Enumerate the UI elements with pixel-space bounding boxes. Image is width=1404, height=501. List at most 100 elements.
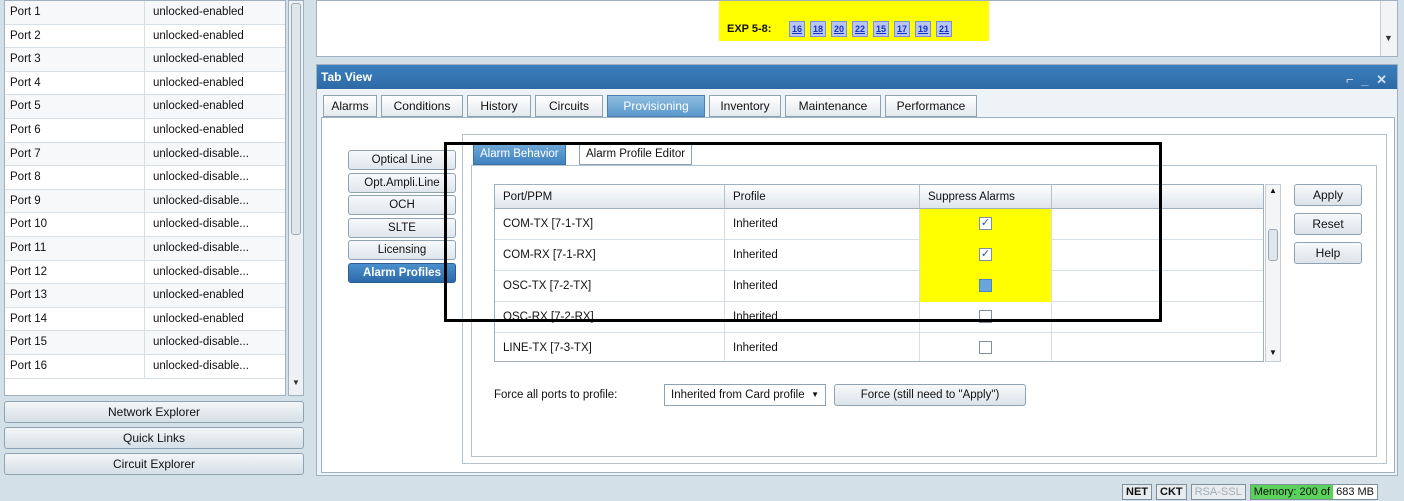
- port-row[interactable]: Port 1 unlocked-enabled: [5, 1, 285, 25]
- side-button-opt-ampli-line[interactable]: Opt.Ampli.Line: [348, 172, 456, 193]
- alarm-table-scrollbar[interactable]: ▲ ▼: [1265, 184, 1281, 362]
- port-state: unlocked-disable...: [153, 360, 249, 372]
- port-state: unlocked-enabled: [153, 29, 244, 42]
- port-row[interactable]: Port 9 unlocked-disable...: [5, 189, 285, 214]
- port-name: Port 13: [5, 284, 145, 307]
- scroll-up-arrow-icon[interactable]: ▲: [1269, 186, 1277, 195]
- port-row[interactable]: Port 12 unlocked-disable...: [5, 260, 285, 285]
- table-row[interactable]: LINE-TX [7-3-TX] Inherited: [495, 333, 1263, 361]
- tab-circuits[interactable]: Circuits: [535, 95, 603, 117]
- suppress-checkbox[interactable]: [979, 279, 992, 293]
- exp-port-link[interactable]: 18: [810, 21, 826, 37]
- apply-button[interactable]: Apply: [1294, 184, 1362, 206]
- alarm-behavior-content: Port/PPM Profile Suppress Alarms COM-TX …: [471, 165, 1377, 457]
- suppress-checkbox[interactable]: [979, 310, 992, 324]
- suppress-checkbox[interactable]: ✓: [979, 248, 992, 262]
- port-row[interactable]: Port 10 unlocked-disable...: [5, 213, 285, 237]
- column-header-port[interactable]: Port/PPM: [495, 185, 725, 209]
- sub-tab-alarm-behavior[interactable]: Alarm Behavior: [473, 143, 566, 165]
- port-name: Port 1: [5, 1, 145, 24]
- port-state: unlocked-enabled: [153, 124, 244, 136]
- quick-links-button[interactable]: Quick Links: [4, 427, 304, 449]
- network-explorer-button[interactable]: Network Explorer: [4, 401, 304, 423]
- exp-port-link[interactable]: 21: [936, 21, 952, 37]
- tab-alarms[interactable]: Alarms: [323, 95, 377, 117]
- tab-provisioning[interactable]: Provisioning: [607, 95, 705, 117]
- table-row[interactable]: COM-TX [7-1-TX] Inherited ✓: [495, 209, 1263, 240]
- tab-view-title: Tab View: [321, 70, 372, 84]
- side-button-slte[interactable]: SLTE: [348, 217, 456, 238]
- port-row[interactable]: Port 11 unlocked-disable...: [5, 237, 285, 261]
- tab-history[interactable]: History: [467, 95, 531, 117]
- scrollbar-thumb[interactable]: [1268, 229, 1278, 261]
- empty-cell: [1052, 240, 1263, 271]
- memory-used-bar: Memory: 200 of: [1250, 485, 1334, 499]
- port-row[interactable]: Port 14 unlocked-enabled: [5, 307, 285, 332]
- suppress-checkbox[interactable]: [979, 341, 992, 355]
- alarm-profiles-panel: Port/PPM Profile Suppress Alarms COM-TX …: [462, 134, 1387, 464]
- exp-port-link[interactable]: 16: [789, 21, 805, 37]
- port-row[interactable]: Port 16 unlocked-disable...: [5, 355, 285, 379]
- exp-port-link[interactable]: 22: [852, 21, 868, 37]
- memory-total: 683 MB: [1333, 485, 1378, 499]
- tab-maintenance[interactable]: Maintenance: [785, 95, 881, 117]
- reset-button[interactable]: Reset: [1294, 213, 1362, 235]
- tab-conditions[interactable]: Conditions: [381, 95, 463, 117]
- port-row[interactable]: Port 2 unlocked-enabled: [5, 24, 285, 49]
- table-row[interactable]: COM-RX [7-1-RX] Inherited ✓: [495, 240, 1263, 271]
- side-button-optical-line[interactable]: Optical Line: [348, 150, 456, 170]
- rsa-ssl-indicator: RSA-SSL: [1190, 484, 1246, 500]
- help-button[interactable]: Help: [1294, 242, 1362, 264]
- suppress-checkbox[interactable]: ✓: [979, 217, 992, 231]
- port-state: unlocked-enabled: [153, 289, 244, 302]
- side-button-licensing[interactable]: Licensing: [348, 240, 456, 260]
- force-button[interactable]: Force (still need to "Apply"): [834, 384, 1026, 406]
- port-cell: COM-RX [7-1-RX]: [495, 240, 725, 271]
- shelf-view-scrollbar[interactable]: ▼: [1380, 1, 1397, 56]
- column-header-suppress[interactable]: Suppress Alarms: [920, 185, 1052, 209]
- sub-tab-alarm-profile-editor[interactable]: Alarm Profile Editor: [579, 143, 693, 165]
- port-cell: OSC-TX [7-2-TX]: [495, 271, 725, 302]
- profile-select[interactable]: Inherited from Card profile ▼: [664, 384, 826, 406]
- port-row[interactable]: Port 5 unlocked-enabled: [5, 95, 285, 119]
- exp-port-link[interactable]: 19: [915, 21, 931, 37]
- tab-performance[interactable]: Performance: [885, 95, 977, 117]
- suppress-cell: ✓: [920, 209, 1052, 240]
- exp-port-link[interactable]: 15: [873, 21, 889, 37]
- port-row[interactable]: Port 3 unlocked-enabled: [5, 48, 285, 72]
- port-state: unlocked-disable...: [153, 218, 249, 231]
- port-state: unlocked-enabled: [153, 76, 244, 89]
- scroll-down-arrow-icon[interactable]: ▼: [1269, 348, 1277, 357]
- window-controls-icon[interactable]: ⌐ _ ✕: [1346, 68, 1389, 92]
- port-state: unlocked-disable...: [153, 242, 249, 254]
- port-name: Port 5: [5, 95, 145, 118]
- exp-port-link[interactable]: 20: [831, 21, 847, 37]
- table-row[interactable]: OSC-TX [7-2-TX] Inherited: [495, 271, 1263, 302]
- memory-indicator: Memory: 200 of 683 MB: [1249, 484, 1379, 500]
- scrollbar-thumb[interactable]: [291, 3, 301, 235]
- port-panel: Port 1 unlocked-enabled Port 2 unlocked-ena…: [0, 0, 305, 478]
- port-list-scrollbar[interactable]: ▼: [288, 0, 304, 396]
- profile-cell: Inherited: [725, 271, 920, 302]
- column-header-profile[interactable]: Profile: [725, 185, 920, 209]
- side-button-och[interactable]: OCH: [348, 195, 456, 215]
- port-row[interactable]: Port 13 unlocked-enabled: [5, 284, 285, 308]
- port-row[interactable]: Port 8 unlocked-disable...: [5, 166, 285, 190]
- port-cell: COM-TX [7-1-TX]: [495, 209, 725, 240]
- side-button-alarm-profiles[interactable]: Alarm Profiles: [348, 262, 456, 283]
- exp-port-link[interactable]: 17: [894, 21, 910, 37]
- port-row[interactable]: Port 6 unlocked-enabled: [5, 119, 285, 143]
- port-state: unlocked-enabled: [153, 53, 244, 66]
- table-row[interactable]: OSC-RX [7-2-RX] Inherited: [495, 302, 1263, 333]
- scroll-down-arrow-icon[interactable]: ▼: [291, 376, 301, 390]
- scroll-down-arrow-icon[interactable]: ▼: [1384, 33, 1393, 43]
- profile-cell: Inherited: [725, 302, 920, 333]
- port-row[interactable]: Port 7 unlocked-disable...: [5, 142, 285, 167]
- profile-cell: Inherited: [725, 240, 920, 271]
- status-bar: NET CKT RSA-SSL Memory: 200 of 683 MB: [1122, 484, 1379, 500]
- suppress-cell: [920, 302, 1052, 333]
- tab-inventory[interactable]: Inventory: [709, 95, 781, 117]
- circuit-explorer-button[interactable]: Circuit Explorer: [4, 453, 304, 475]
- port-row[interactable]: Port 15 unlocked-disable...: [5, 331, 285, 355]
- port-row[interactable]: Port 4 unlocked-enabled: [5, 71, 285, 96]
